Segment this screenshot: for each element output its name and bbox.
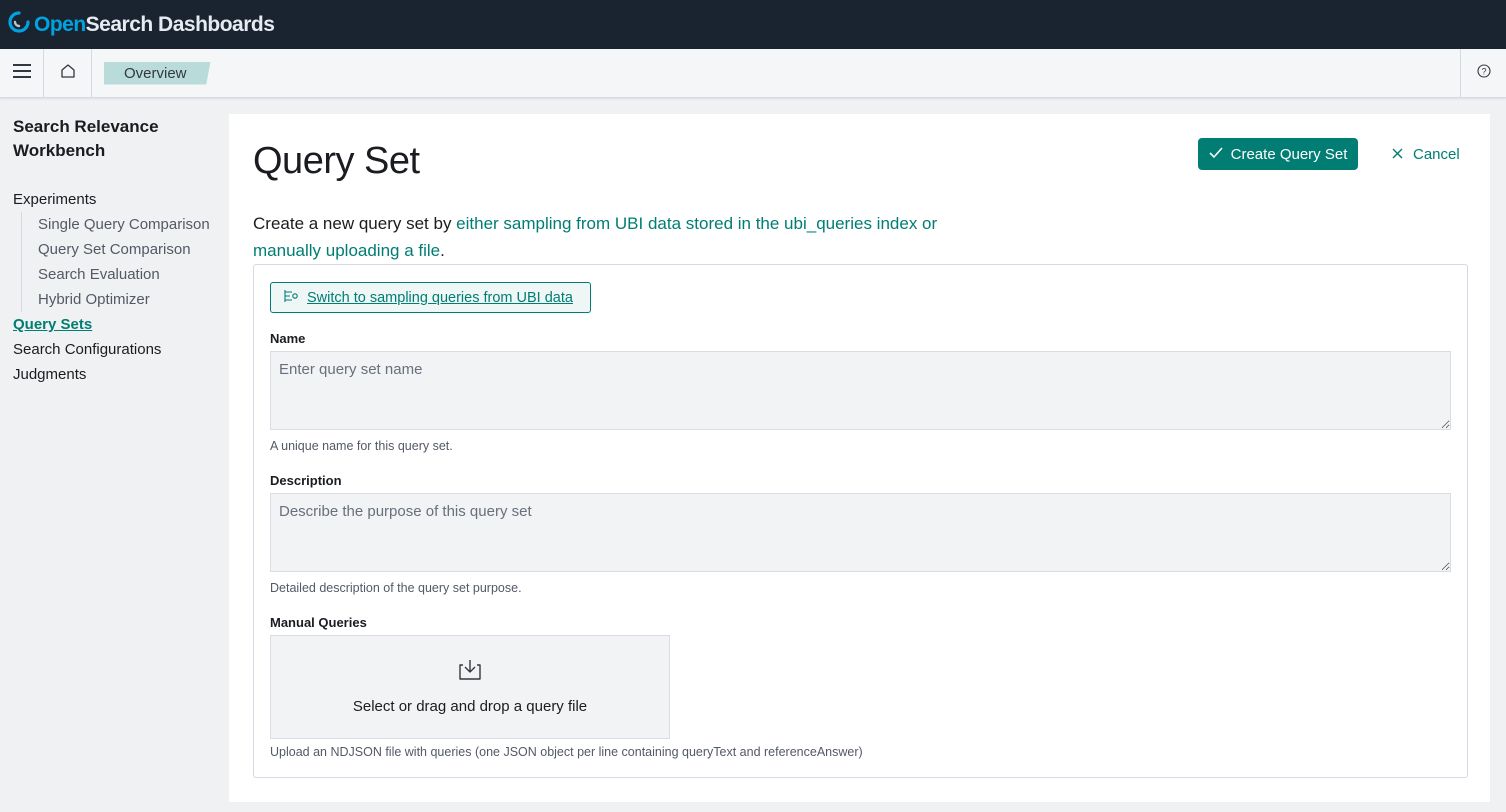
- close-icon: [1392, 146, 1403, 163]
- description-label: Description: [270, 473, 342, 488]
- intro-suffix: .: [440, 241, 445, 260]
- download-tray-icon: [458, 659, 482, 686]
- sidebar-item-query-sets[interactable]: Query Sets: [13, 312, 216, 337]
- sidebar-item-experiments[interactable]: Experiments: [13, 187, 216, 212]
- opensearch-logo-icon: [8, 11, 30, 38]
- sidebar-item-search-configurations[interactable]: Search Configurations: [13, 337, 216, 362]
- cancel-button[interactable]: Cancel: [1392, 138, 1460, 170]
- sidebar-title: Search Relevance Workbench: [13, 117, 159, 160]
- description-input[interactable]: [270, 493, 1451, 572]
- sidebar-item-single-query-comparison[interactable]: Single Query Comparison: [21, 212, 216, 237]
- logo-open-text: Open: [34, 12, 86, 36]
- manual-queries-label: Manual Queries: [270, 615, 367, 630]
- manual-queries-help-text: Upload an NDJSON file with queries (one …: [270, 745, 863, 759]
- page-title: Query Set: [253, 140, 420, 182]
- switch-to-ubi-button[interactable]: Switch to sampling queries from UBI data: [270, 282, 591, 313]
- help-icon: ?: [1476, 63, 1491, 83]
- check-icon: [1209, 146, 1223, 163]
- branch-icon: [283, 289, 299, 307]
- home-button[interactable]: [44, 49, 92, 97]
- sidebar-item-judgments[interactable]: Judgments: [13, 362, 216, 387]
- name-label: Name: [270, 331, 306, 346]
- help-button[interactable]: ?: [1460, 49, 1506, 97]
- name-input[interactable]: [270, 351, 1451, 430]
- hamburger-menu-icon: [12, 63, 31, 83]
- main-panel: Query Set Create Query Set Cancel Create…: [229, 114, 1490, 802]
- description-help-text: Detailed description of the query set pu…: [270, 581, 522, 595]
- top-header: OpenSearch Dashboards: [0, 0, 1506, 49]
- cancel-button-label: Cancel: [1413, 145, 1460, 163]
- sidebar: Search Relevance Workbench Experiments S…: [0, 98, 229, 812]
- create-button-label: Create Query Set: [1230, 145, 1348, 163]
- breadcrumb-overview[interactable]: Overview: [104, 61, 211, 85]
- sidebar-item-search-evaluation[interactable]: Search Evaluation: [21, 262, 216, 287]
- sidebar-item-query-set-comparison[interactable]: Query Set Comparison: [21, 237, 216, 262]
- opensearch-logo[interactable]: OpenSearch Dashboards: [8, 11, 275, 38]
- query-file-dropzone[interactable]: Select or drag and drop a query file: [270, 635, 670, 739]
- query-set-form: Switch to sampling queries from UBI data…: [253, 264, 1468, 778]
- sidebar-item-hybrid-optimizer[interactable]: Hybrid Optimizer: [21, 287, 216, 312]
- intro-text: Create a new query set by either samplin…: [253, 210, 973, 264]
- menu-button[interactable]: [0, 49, 44, 97]
- breadcrumb-bar: Overview ?: [0, 49, 1506, 98]
- switch-button-label: Switch to sampling queries from UBI data: [307, 289, 573, 306]
- logo-rest-text: Search Dashboards: [85, 12, 275, 36]
- svg-text:?: ?: [1481, 66, 1486, 76]
- intro-prefix: Create a new query set by: [253, 214, 457, 233]
- name-help-text: A unique name for this query set.: [270, 439, 453, 453]
- create-query-set-button[interactable]: Create Query Set: [1198, 138, 1358, 170]
- home-icon: [60, 63, 76, 84]
- dropzone-label: Select or drag and drop a query file: [352, 698, 588, 715]
